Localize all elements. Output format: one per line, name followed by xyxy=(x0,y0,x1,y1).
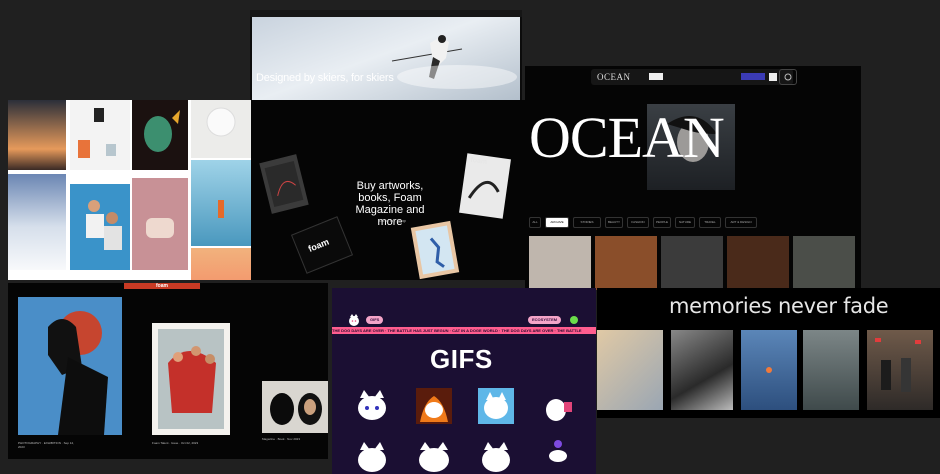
foam-magazine-cover[interactable]: foam xyxy=(459,153,511,219)
gifs-title: GIFS xyxy=(430,344,493,374)
photo-pink-chair xyxy=(132,178,188,270)
photo-painted-face xyxy=(132,100,188,170)
magazine-cover-couple[interactable] xyxy=(18,297,122,435)
memory-card-5[interactable] xyxy=(867,330,933,410)
tab-archive[interactable]: ARCHIVE xyxy=(545,217,569,228)
ocean-logo[interactable]: OCEAN xyxy=(597,72,631,82)
tab-stories[interactable]: STORIES xyxy=(573,217,601,228)
ocean-tile-interior[interactable] xyxy=(595,236,657,290)
cat-logo-icon[interactable] xyxy=(348,314,360,326)
photo-sports-team xyxy=(70,184,130,270)
tote-label: foam xyxy=(306,236,331,254)
go-to-shop-link[interactable]: Go to the Shop xyxy=(379,218,406,223)
memories-site-screenshot: memories never fade xyxy=(597,288,940,418)
tab-nature[interactable]: NATURE xyxy=(675,217,695,228)
ocean-tile-red[interactable] xyxy=(727,236,789,290)
ticker-banner: THE DOG DAYS ARE OVER · THE BATTLE HAS J… xyxy=(332,327,596,334)
ecosystem-pill[interactable]: ECOSYSTEM xyxy=(528,316,562,324)
ocean-tile-portrait[interactable] xyxy=(661,236,723,290)
memory-card-1[interactable] xyxy=(597,330,663,410)
gifs-menu-pill[interactable]: GIFS xyxy=(366,316,384,324)
photo-mosaic-site-screenshot xyxy=(8,100,252,280)
foam-tote-bag[interactable]: foam xyxy=(290,216,354,274)
ocean-site-screenshot: OCEAN OCEAN ALL ARCHIVE STORIES BEAUTY F… xyxy=(525,66,861,290)
status-dot-icon xyxy=(570,316,578,324)
tab-beauty[interactable]: BEAUTY xyxy=(605,217,623,228)
tab-people[interactable]: PEOPLE xyxy=(653,217,671,228)
ocean-tile-green[interactable] xyxy=(793,236,855,290)
photo-paraglider-sunset xyxy=(8,100,66,170)
gif-cat-6[interactable] xyxy=(546,438,570,462)
memory-card-4[interactable] xyxy=(803,330,859,410)
photo-snowy-mountains xyxy=(8,174,66,270)
framed-artwork[interactable] xyxy=(410,220,460,280)
gifs-site-screenshot: GIFS ECOSYSTEM THE DOG DAYS ARE OVER · T… xyxy=(332,288,596,474)
tab-travel[interactable]: TRAVEL xyxy=(699,217,721,228)
memory-card-3[interactable] xyxy=(741,330,797,410)
gif-cat-4[interactable] xyxy=(416,438,452,474)
gif-cat-fire[interactable] xyxy=(416,388,452,424)
tab-all[interactable]: ALL xyxy=(529,217,541,228)
tab-art-design[interactable]: ART & DESIGN xyxy=(725,217,757,228)
gif-cat-2[interactable] xyxy=(540,388,576,424)
photo-ice-cave xyxy=(191,160,252,246)
ski-hero-image xyxy=(252,17,520,109)
tab-fashion[interactable]: FASHION xyxy=(627,217,649,228)
caption-2: Foam Talent · Issue · Oct 02, 2023 xyxy=(152,441,199,445)
caption-1: PHOTOGRAPHY · EXHIBITION · Sep 14, 2023 xyxy=(18,441,74,449)
photo-office-chairs xyxy=(70,100,130,170)
menu-button[interactable] xyxy=(769,73,777,81)
gif-cat-3[interactable] xyxy=(354,438,390,474)
memories-headline: memories never fade xyxy=(669,294,889,318)
magazine-cover-hijab[interactable] xyxy=(262,381,328,433)
nav-pill[interactable] xyxy=(649,73,663,80)
gif-cat-blue[interactable] xyxy=(478,388,514,424)
foam-banner-label: foam xyxy=(156,283,168,289)
photo-white-sculpture xyxy=(191,100,252,158)
gif-cat-1[interactable] xyxy=(354,388,390,424)
ocean-big-title: OCEAN xyxy=(529,105,725,170)
caption-3: Magazine · Book · Nov 2023 xyxy=(262,437,301,441)
nav-cta-button[interactable] xyxy=(741,73,765,80)
gif-cat-5[interactable] xyxy=(478,438,514,474)
foam-shop-screenshot: foam Buy artworks, books, Foam Magazine … xyxy=(251,100,532,280)
settings-icon[interactable] xyxy=(779,69,797,85)
browser-bar xyxy=(250,10,522,17)
ocean-tile-person[interactable] xyxy=(529,236,591,290)
memory-card-2[interactable] xyxy=(671,330,733,410)
ski-headline: Designed by skiers, for skiers xyxy=(256,72,394,84)
foam-magazine-screenshot: foam PHOTOGRAPHY · EXHIBITION · Sep 14, … xyxy=(8,283,328,459)
magazine-cover-athletes[interactable] xyxy=(152,323,230,435)
photo-sunset-silhouette xyxy=(191,248,252,280)
book-cover[interactable] xyxy=(259,154,309,214)
